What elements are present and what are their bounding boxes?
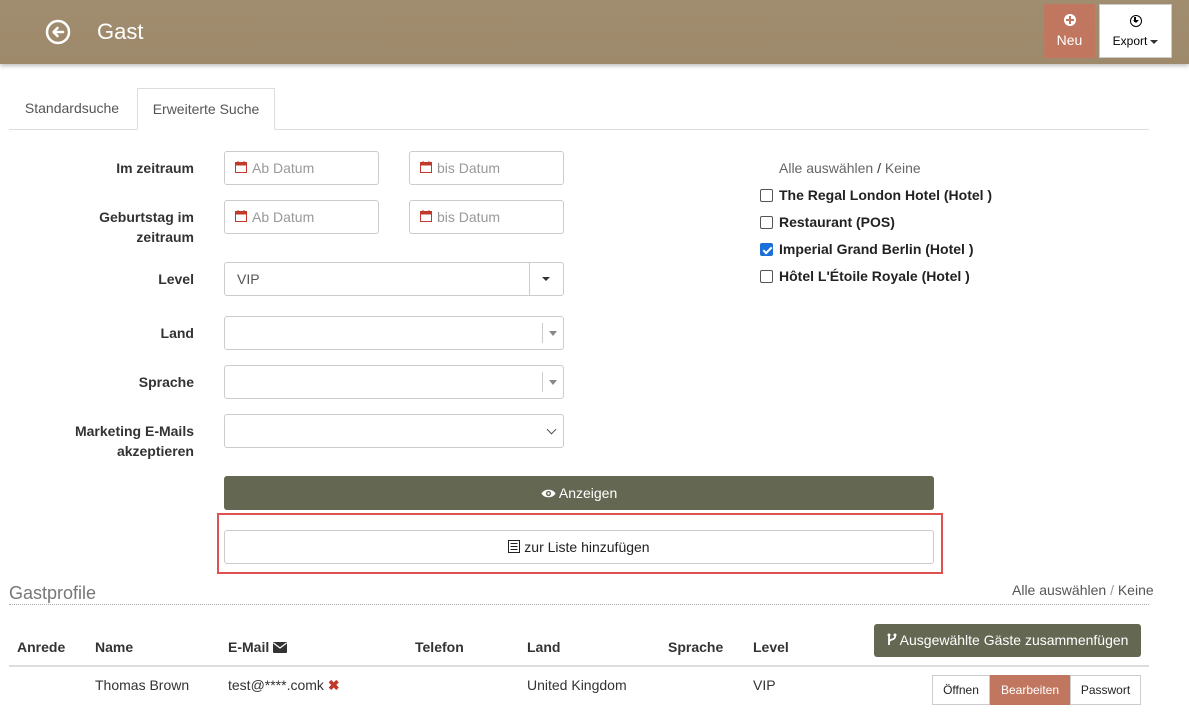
chevron-down-icon <box>546 424 557 435</box>
cell-country: United Kingdom <box>527 677 627 693</box>
birthday-label-line2: zeitraum <box>136 229 194 245</box>
list-icon <box>508 540 521 553</box>
country-label: Land <box>160 325 194 341</box>
period-from-date-input[interactable]: Ab Datum <box>224 151 379 185</box>
table-header-divider <box>9 665 1149 667</box>
caret-down-icon <box>1150 39 1159 44</box>
hotel-checkbox-row[interactable]: Hôtel L'Étoile Royale (Hotel ) <box>760 268 970 284</box>
back-arrow-icon[interactable] <box>44 18 72 46</box>
birthday-period-label: Geburtstag im zeitraum <box>14 207 194 247</box>
cell-email: test@****.comk ✖ <box>228 677 340 694</box>
calendar-icon <box>235 161 247 173</box>
hotels-select-all-link[interactable]: Alle auswählen <box>779 160 873 176</box>
email-header-label: E-Mail <box>228 639 270 655</box>
column-header-language: Sprache <box>668 639 724 655</box>
language-select[interactable] <box>224 365 564 399</box>
merge-button-label: Ausgewählte Gäste zusammenfügen <box>899 632 1129 648</box>
country-select[interactable] <box>224 316 564 350</box>
merge-icon <box>887 633 897 645</box>
period-label: Im zeitraum <box>116 160 194 176</box>
merge-selected-guests-button[interactable]: Ausgewählte Gäste zusammenfügen <box>874 624 1141 657</box>
level-label: Level <box>158 271 194 287</box>
column-header-salutation: Anrede <box>17 639 66 655</box>
language-label: Sprache <box>138 374 194 390</box>
hotel-checkbox-label: Hôtel L'Étoile Royale (Hotel ) <box>779 268 970 284</box>
tab-extended-search[interactable]: Erweiterte Suche <box>137 88 275 130</box>
profiles-select-all-link[interactable]: Alle auswählen <box>1012 582 1106 598</box>
show-button-label: Anzeigen <box>558 485 618 501</box>
hotels-select-none-link[interactable]: Keine <box>885 160 921 176</box>
password-button[interactable]: Passwort <box>1070 675 1141 705</box>
plus-circle-icon <box>1063 14 1076 26</box>
birthday-from-date-input[interactable]: Ab Datum <box>224 200 379 234</box>
invalid-email-x-icon: ✖ <box>327 677 340 693</box>
dropdown-arrow-icon <box>549 380 557 385</box>
birthday-to-date-input[interactable]: bis Datum <box>409 200 564 234</box>
profiles-select-all-row: Alle auswählen / Keine <box>1012 582 1154 598</box>
calendar-icon <box>420 210 432 222</box>
hotel-checkbox-label: The Regal London Hotel (Hotel ) <box>779 187 993 203</box>
hotel-checkbox-row[interactable]: Imperial Grand Berlin (Hotel ) <box>760 241 973 257</box>
hotels-select-all-row: Alle auswählen / Keine <box>779 160 921 176</box>
email-value: test@****.comk <box>228 677 324 693</box>
marketing-emails-label: Marketing E-Mails akzeptieren <box>14 421 194 461</box>
hotel-checkbox-label: Restaurant (POS) <box>779 214 895 230</box>
page-title: Gast <box>97 19 144 44</box>
marketing-label-line2: akzeptieren <box>116 443 194 459</box>
open-button[interactable]: Öffnen <box>932 675 990 705</box>
export-button-label: Export <box>1112 34 1148 48</box>
birthday-label-line1: Geburtstag im <box>99 209 194 225</box>
checkbox[interactable] <box>760 189 773 202</box>
level-dropdown-toggle[interactable] <box>529 263 563 295</box>
checkbox[interactable] <box>760 216 773 229</box>
cell-level: VIP <box>753 677 776 693</box>
edit-button[interactable]: Bearbeiten <box>990 675 1070 705</box>
marketing-emails-select[interactable] <box>224 414 564 448</box>
birthday-to-placeholder: bis Datum <box>437 209 501 225</box>
column-header-country: Land <box>527 639 561 655</box>
column-header-level: Level <box>753 639 789 655</box>
new-button-label: Neu <box>1056 32 1083 48</box>
hotel-checkbox-row[interactable]: Restaurant (POS) <box>760 214 895 230</box>
hotel-checkbox-row[interactable]: The Regal London Hotel (Hotel ) <box>760 187 992 203</box>
level-selected-value: VIP <box>237 271 260 287</box>
guest-profiles-title: Gastprofile <box>9 583 97 603</box>
eye-icon <box>541 489 556 498</box>
download-icon <box>1129 15 1142 27</box>
select-separator <box>542 372 543 392</box>
marketing-label-line1: Marketing E-Mails <box>74 423 194 439</box>
period-to-placeholder: bis Datum <box>437 160 501 176</box>
hotels-separator: / <box>877 160 881 176</box>
new-button[interactable]: Neu <box>1044 4 1095 58</box>
app-header: Gast Neu Export <box>0 0 1189 64</box>
column-header-email: E-Mail <box>228 639 288 655</box>
profiles-select-none-link[interactable]: Keine <box>1118 582 1154 598</box>
period-to-date-input[interactable]: bis Datum <box>409 151 564 185</box>
add-to-list-button[interactable]: zur Liste hinzufügen <box>224 530 934 564</box>
profiles-separator: / <box>1110 582 1114 598</box>
checkbox-checked[interactable] <box>760 243 773 256</box>
level-select[interactable]: VIP <box>224 262 564 296</box>
envelope-icon <box>273 642 288 653</box>
tab-standard-search[interactable]: Standardsuche <box>9 88 135 129</box>
checkbox[interactable] <box>760 270 773 283</box>
dropdown-arrow-icon <box>549 331 557 336</box>
column-header-phone: Telefon <box>415 639 464 655</box>
column-header-name: Name <box>95 639 134 655</box>
select-separator <box>542 323 543 343</box>
period-from-placeholder: Ab Datum <box>252 160 315 176</box>
add-to-list-label: zur Liste hinzufügen <box>524 539 650 555</box>
hotel-checkbox-label: Imperial Grand Berlin (Hotel ) <box>779 241 974 257</box>
cell-name: Thomas Brown <box>95 677 190 693</box>
caret-down-icon <box>542 277 550 281</box>
calendar-icon <box>235 210 247 222</box>
export-dropdown-button[interactable]: Export <box>1099 4 1172 58</box>
show-button[interactable]: Anzeigen <box>224 476 934 510</box>
calendar-icon <box>420 161 432 173</box>
section-divider <box>9 604 1149 605</box>
birthday-from-placeholder: Ab Datum <box>252 209 315 225</box>
